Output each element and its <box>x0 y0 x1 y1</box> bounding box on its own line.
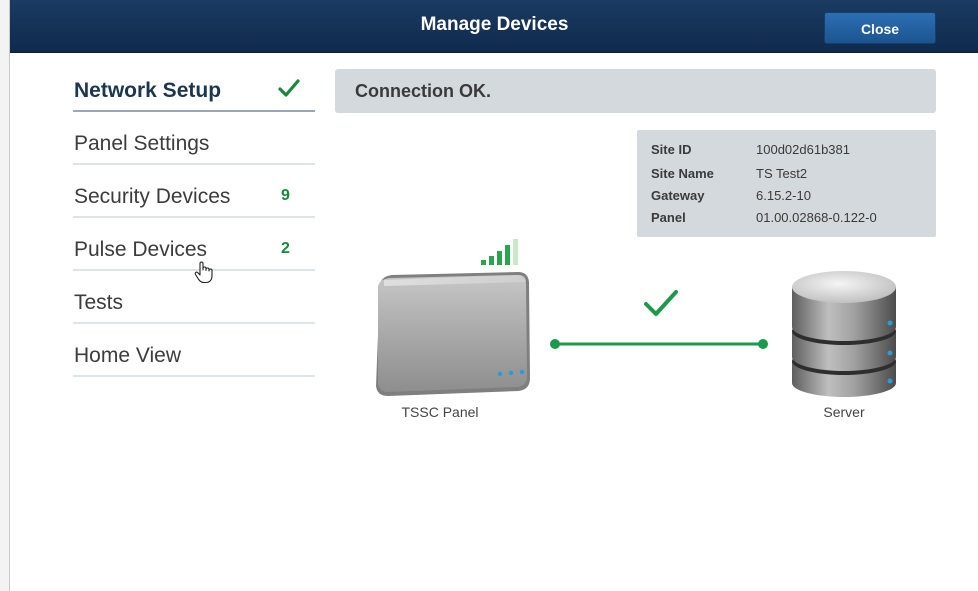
server-label: Server <box>823 404 865 420</box>
signal-strength-icon <box>481 239 518 265</box>
panel-device-icon <box>376 272 530 396</box>
site-name-label: Site Name <box>651 166 714 181</box>
sidebar-item-label: Pulse Devices <box>74 238 208 261</box>
sidebar-item-label: Network Setup <box>74 79 222 102</box>
panel-value: 01.00.02868-0.122-0 <box>756 210 877 225</box>
panel-label: Panel <box>651 210 686 225</box>
gateway-value: 6.15.2-10 <box>756 188 811 203</box>
manage-devices-window: Manage Devices Close Network Setup Panel… <box>9 0 978 591</box>
sidebar-item-label: Home View <box>74 344 181 367</box>
site-id-label: Site ID <box>651 142 692 157</box>
security-devices-count-badge: 9 <box>281 187 290 204</box>
check-icon <box>644 290 678 316</box>
connection-status-bar: Connection OK. <box>335 69 936 113</box>
sidebar-item-label: Panel Settings <box>74 132 210 155</box>
sidebar-item-panel-settings[interactable]: Panel Settings <box>73 127 315 165</box>
close-button[interactable]: Close <box>824 12 936 44</box>
site-info-panel: Site ID 100d02d61b381 Site Name TS Test2… <box>637 130 936 237</box>
connection-status-text: Connection OK. <box>355 81 491 101</box>
server-database-icon <box>792 271 896 397</box>
site-id-value: 100d02d61b381 <box>756 142 850 157</box>
sidebar-item-network-setup[interactable]: Network Setup <box>73 74 315 112</box>
panel-device-label: TSSC Panel <box>401 404 479 420</box>
sidebar-item-tests[interactable]: Tests <box>73 286 315 324</box>
gateway-label: Gateway <box>651 188 705 203</box>
sidebar-item-label: Tests <box>74 291 124 314</box>
site-name-value: TS Test2 <box>756 166 808 181</box>
check-icon <box>278 79 300 97</box>
hand-pointer-icon <box>194 261 213 284</box>
sidebar-item-home-view[interactable]: Home View <box>73 339 315 377</box>
sidebar-item-security-devices[interactable]: Security Devices 9 <box>73 180 315 218</box>
sidebar-item-label: Security Devices <box>74 185 231 208</box>
title-bar: Manage Devices Close <box>10 0 978 53</box>
pulse-devices-count-badge: 2 <box>281 240 290 257</box>
